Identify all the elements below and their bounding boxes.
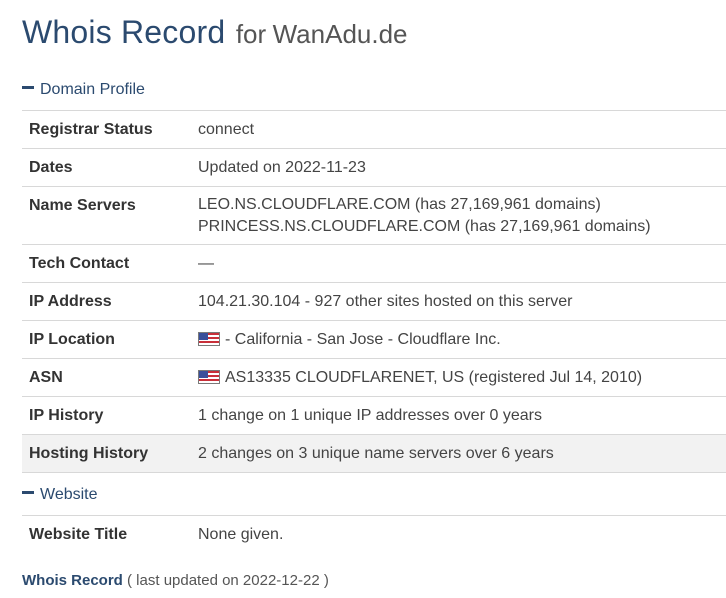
website-heading: Website bbox=[40, 486, 98, 503]
website-table: Website Title None given. bbox=[22, 515, 726, 553]
row-label: IP Address bbox=[29, 293, 112, 310]
ip-history-link[interactable]: 1 change on 1 unique IP addresses over 0… bbox=[198, 397, 726, 434]
whois-record-link[interactable]: Whois Record bbox=[22, 572, 123, 589]
row-label: ASN bbox=[29, 369, 63, 386]
collapse-icon bbox=[22, 491, 34, 495]
table-row: Dates Updated on 2022-11-23 bbox=[22, 148, 726, 187]
collapse-icon bbox=[22, 86, 34, 90]
whois-page: Whois Record for WanAdu.de Domain Profil… bbox=[0, 0, 726, 598]
last-updated-text: ( last updated on 2022-12-22 ) bbox=[127, 572, 329, 589]
row-value: - California - San Jose - Cloudflare Inc… bbox=[225, 331, 501, 348]
row-value: connect bbox=[198, 121, 255, 138]
row-label: IP Location bbox=[29, 331, 115, 348]
table-row: Registrar Status connect bbox=[22, 110, 726, 149]
row-label: Tech Contact bbox=[29, 255, 130, 272]
row-label: Dates bbox=[29, 159, 73, 176]
us-flag-icon bbox=[198, 332, 220, 346]
domain-profile-toggle[interactable]: Domain Profile bbox=[22, 81, 145, 99]
row-value: AS13335 CLOUDFLARENET, US (registered Ju… bbox=[225, 369, 643, 386]
row-label: Registrar Status bbox=[29, 121, 153, 138]
table-row: Name Servers LEO.NS.CLOUDFLARE.COM (has … bbox=[22, 186, 726, 245]
page-title-for: for bbox=[235, 19, 267, 49]
domain-profile-table: Registrar Status connect Dates Updated o… bbox=[22, 110, 726, 473]
domain-profile-heading: Domain Profile bbox=[40, 81, 145, 98]
row-label: Name Servers bbox=[29, 197, 136, 214]
name-server-link[interactable]: LEO.NS.CLOUDFLARE.COM (has 27,169,961 do… bbox=[198, 195, 726, 214]
row-value: — bbox=[198, 255, 214, 272]
row-label: IP History bbox=[29, 407, 104, 424]
page-title-domain: WanAdu.de bbox=[272, 19, 408, 49]
table-row: Hosting History 2 changes on 3 unique na… bbox=[22, 434, 726, 473]
page-title: Whois Record for WanAdu.de bbox=[22, 14, 408, 51]
table-row: Website Title None given. bbox=[22, 515, 726, 553]
row-value: None given. bbox=[198, 526, 284, 543]
website-toggle[interactable]: Website bbox=[22, 486, 98, 504]
row-value: Updated on 2022-11-23 bbox=[198, 159, 366, 176]
ip-address-link[interactable]: 104.21.30.104 - 927 other sites hosted o… bbox=[198, 283, 726, 320]
table-row: ASN AS13335 CLOUDFLARENET, US (registere… bbox=[22, 358, 726, 397]
table-row: Tech Contact — bbox=[22, 244, 726, 283]
table-row: IP Address 104.21.30.104 - 927 other sit… bbox=[22, 282, 726, 321]
hosting-history-link[interactable]: 2 changes on 3 unique name servers over … bbox=[198, 435, 726, 472]
table-row: IP History 1 change on 1 unique IP addre… bbox=[22, 396, 726, 435]
name-server-link[interactable]: PRINCESS.NS.CLOUDFLARE.COM (has 27,169,9… bbox=[198, 217, 726, 236]
row-label: Hosting History bbox=[29, 445, 149, 462]
us-flag-icon bbox=[198, 370, 220, 384]
footer: Whois Record ( last updated on 2022-12-2… bbox=[22, 572, 329, 589]
page-title-main: Whois Record bbox=[22, 14, 226, 50]
row-label: Website Title bbox=[29, 526, 128, 543]
table-row: IP Location - California - San Jose - Cl… bbox=[22, 320, 726, 359]
